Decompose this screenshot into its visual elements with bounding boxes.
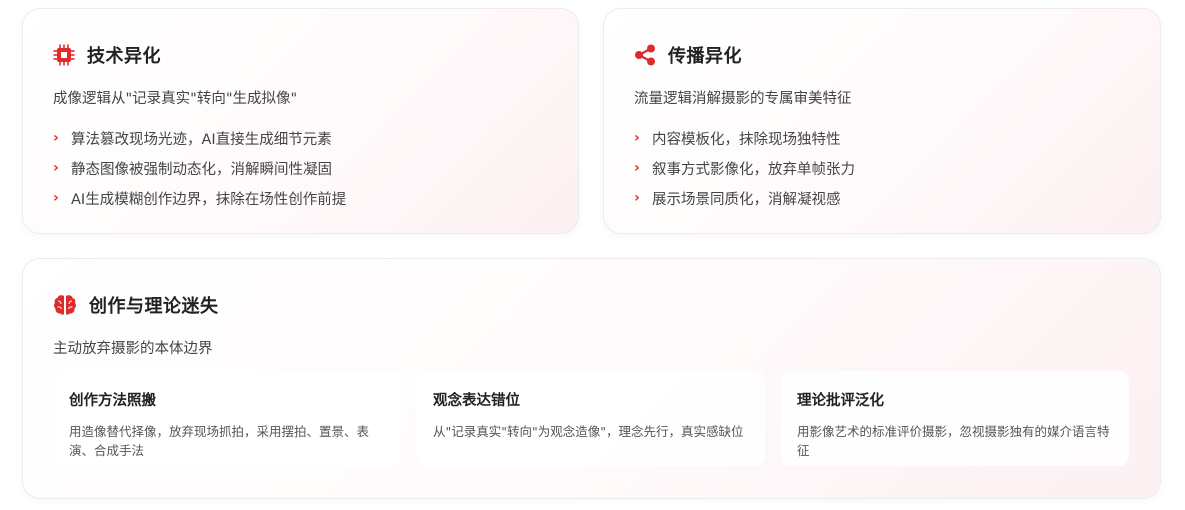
list-item: › AI生成模糊创作边界，抹除在场性创作前提 xyxy=(53,190,347,208)
card-subtitle: 主动放弃摄影的本体边界 xyxy=(53,341,213,357)
chevron-right-icon: › xyxy=(53,130,59,146)
card-title: 创作与理论迷失 xyxy=(89,296,219,317)
cpu-chip-icon xyxy=(53,44,75,66)
list-item: › 叙事方式影像化，放弃单帧张力 xyxy=(634,160,855,178)
sub-card-text: 用影像艺术的标准评价摄影，忽视摄影独有的媒介语言特征 xyxy=(797,424,1110,458)
card-technical-alienation: 技术异化 成像逻辑从"记录真实"转向"生成拟像" › 算法篡改现场光迹，AI直接生… xyxy=(22,8,579,234)
chevron-right-icon: › xyxy=(53,160,59,176)
card-subtitle: 流量逻辑消解摄影的专属审美特征 xyxy=(634,91,852,107)
share-nodes-icon xyxy=(634,44,656,66)
card-dissemination-alienation: 传播异化 流量逻辑消解摄影的专属审美特征 › 内容模板化，抹除现场独特性 › 叙事方… xyxy=(603,8,1161,234)
sub-card-title: 观念表达错位 xyxy=(433,393,520,409)
brain-icon xyxy=(53,294,77,316)
sub-card-text: 用造像替代择像，放弃现场抓拍，采用摆拍、置景、表演、合成手法 xyxy=(69,424,370,458)
bullet-list: › 算法篡改现场光迹，AI直接生成细节元素 › 静态图像被强制动态化，消解瞬间性凝固… xyxy=(53,123,346,213)
card-creation-theory-loss: 创作与理论迷失 主动放弃摄影的本体边界 创作方法照搬 用造像替代择像，放弃现场抓… xyxy=(22,258,1161,499)
chevron-right-icon: › xyxy=(634,160,640,176)
card-header: 传播异化 xyxy=(634,43,742,67)
list-item: › 内容模板化，抹除现场独特性 xyxy=(634,130,841,148)
card-subtitle: 成像逻辑从"记录真实"转向"生成拟像" xyxy=(53,91,298,107)
card-header: 创作与理论迷失 xyxy=(53,293,219,317)
card-title: 技术异化 xyxy=(87,46,161,67)
sub-card-title: 理论批评泛化 xyxy=(797,393,884,409)
sub-card-criticism-generalization: 理论批评泛化 用影像艺术的标准评价摄影，忽视摄影独有的媒介语言特征 xyxy=(781,371,1129,466)
list-item: › 静态图像被强制动态化，消解瞬间性凝固 xyxy=(53,160,332,178)
list-item: › 展示场景同质化，消解凝视感 xyxy=(634,190,841,208)
card-header: 技术异化 xyxy=(53,43,161,67)
chevron-right-icon: › xyxy=(634,130,640,146)
sub-card-method-copying: 创作方法照搬 用造像替代择像，放弃现场抓拍，采用摆拍、置景、表演、合成手法 xyxy=(53,371,401,466)
sub-card-title: 创作方法照搬 xyxy=(69,393,156,409)
card-title: 传播异化 xyxy=(668,46,742,67)
sub-card-concept-mismatch: 观念表达错位 从"记录真实"转向"为观念造像"，理念先行，真实感缺位 xyxy=(417,371,765,466)
list-item: › 算法篡改现场光迹，AI直接生成细节元素 xyxy=(53,130,332,148)
chevron-right-icon: › xyxy=(53,190,59,206)
bullet-list: › 内容模板化，抹除现场独特性 › 叙事方式影像化，放弃单帧张力 › 展示场景同质化，… xyxy=(634,123,855,213)
sub-card-text: 从"记录真实"转向"为观念造像"，理念先行，真实感缺位 xyxy=(433,424,744,439)
chevron-right-icon: › xyxy=(634,190,640,206)
